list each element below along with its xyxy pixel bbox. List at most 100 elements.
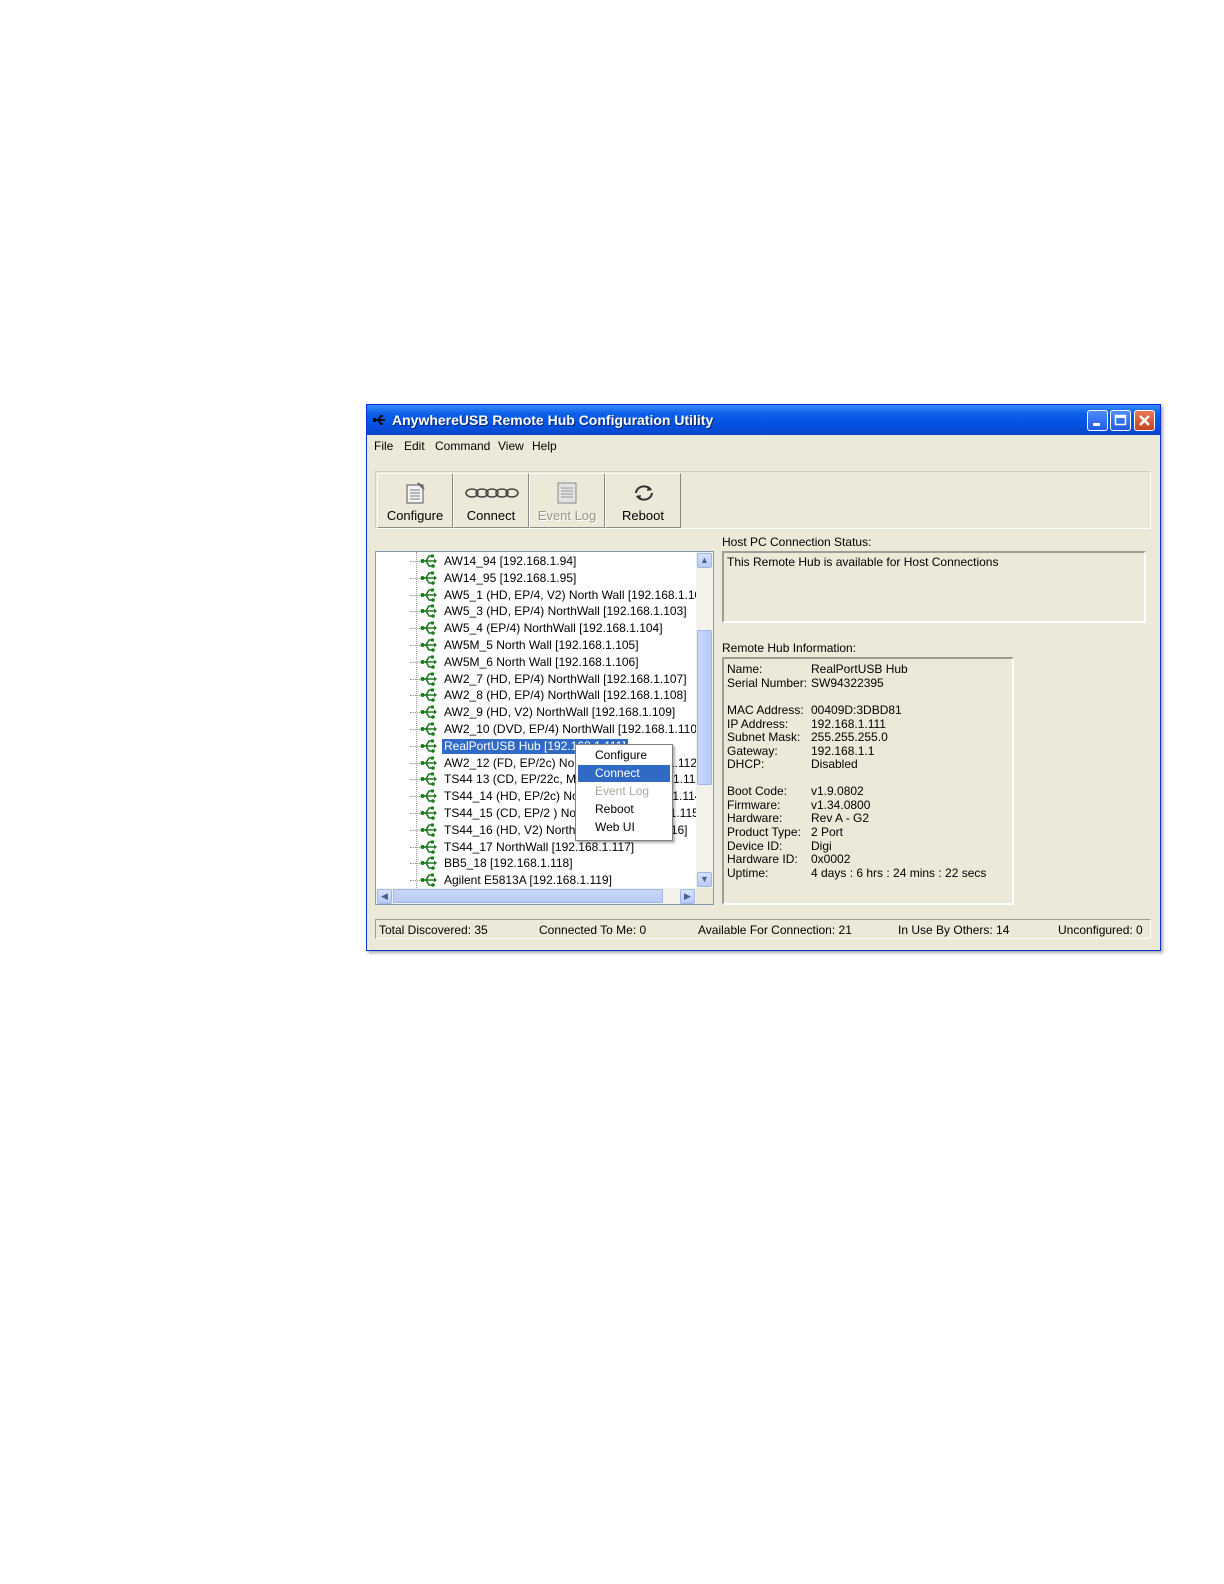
title-bar[interactable]: AnywhereUSB Remote Hub Configuration Uti…: [367, 405, 1160, 435]
tree-connector-line: [416, 552, 417, 888]
hub-info-value: Digi: [811, 839, 832, 853]
tree-item-label: Agilent E5813A [192.168.1.119]: [444, 873, 612, 888]
hub-info-box: Name: RealPortUSB Hub Serial Number: SW9432…: [722, 657, 1014, 905]
hub-info-value: v1.9.0802: [811, 784, 864, 798]
vertical-scroll-thumb[interactable]: [697, 630, 712, 785]
usb-hub-icon: [420, 671, 438, 687]
context-menu-event-log[interactable]: Event Log: [578, 783, 670, 800]
usb-hub-icon: [420, 587, 438, 603]
usb-hub-icon: [420, 839, 438, 855]
tree-item-label: TS44_17 NorthWall [192.168.1.117]: [444, 839, 635, 854]
scroll-right-button[interactable]: ▶: [680, 889, 695, 904]
host-status-label: Host PC Connection Status:: [722, 535, 872, 549]
hub-info-value: Disabled: [811, 757, 858, 771]
hub-info-key: Subnet Mask:: [727, 730, 801, 744]
hub-info-key: Boot Code:: [727, 784, 788, 798]
status-connected-to-me: Connected To Me: 0: [539, 923, 647, 937]
usb-hub-icon: [420, 654, 438, 670]
reboot-button[interactable]: Reboot: [605, 473, 681, 528]
menu-edit[interactable]: Edit: [404, 439, 425, 453]
menu-bar: File Edit Command View Help: [367, 435, 1160, 457]
usb-hub-icon: [420, 721, 438, 737]
tree-item-label: AW14_94 [192.168.1.94]: [444, 554, 577, 568]
menu-command[interactable]: Command: [435, 439, 490, 453]
configure-button[interactable]: Configure: [377, 473, 453, 528]
usb-hub-icon: [420, 620, 438, 636]
hub-info-key: Product Type:: [727, 825, 801, 839]
hub-info-label: Remote Hub Information:: [722, 641, 857, 655]
usb-hub-icon: [420, 637, 438, 653]
maximize-button[interactable]: [1110, 410, 1131, 431]
close-button[interactable]: [1134, 410, 1155, 431]
usb-hub-icon: [420, 855, 438, 871]
usb-app-icon: [373, 415, 385, 425]
event-log-button[interactable]: Event Log: [529, 473, 605, 528]
status-available: Available For Connection: 21: [698, 923, 852, 937]
maximize-icon: [1114, 414, 1127, 426]
horizontal-scrollbar[interactable]: ◀ ▶: [376, 888, 696, 904]
hub-info-value: 192.168.1.111: [811, 717, 886, 731]
hub-info-value: 255.255.255.0: [811, 730, 888, 744]
hub-info-key: IP Address:: [727, 717, 789, 731]
context-menu-web-ui[interactable]: Web UI: [578, 819, 670, 836]
tree-item-label: AW2_8 (HD, EP/4) NorthWall [192.168.1.10…: [444, 688, 687, 703]
context-menu-connect[interactable]: Connect: [578, 765, 670, 782]
status-unconfigured: Unconfigured: 0: [1058, 923, 1143, 937]
hub-info-key: Hardware ID:: [727, 852, 798, 866]
hub-info-value: SW94322395: [811, 676, 884, 690]
usb-hub-icon: [420, 738, 438, 754]
hub-info-key: Serial Number:: [727, 676, 808, 690]
tree-item-label: AW5M_5 North Wall [192.168.1.105]: [444, 638, 639, 652]
host-status-box: This Remote Hub is available for Host Co…: [722, 551, 1146, 623]
usb-hub-icon: [420, 872, 438, 888]
hub-info-value: 2 Port: [811, 825, 844, 839]
connect-chain-icon: [465, 488, 519, 498]
menu-help[interactable]: Help: [532, 439, 557, 453]
tree-item-label: AW14_95 [192.168.1.95]: [444, 570, 577, 585]
reboot-icon: [635, 485, 653, 501]
hub-info-key: Name:: [727, 662, 763, 676]
scroll-corner: [696, 888, 713, 904]
context-menu: Configure Connect Event Log Reboot Web U…: [575, 744, 673, 841]
usb-hub-icon: [420, 771, 438, 787]
menu-file[interactable]: File: [374, 439, 393, 453]
hub-info-key: Firmware:: [727, 798, 781, 812]
connect-label: Connect: [466, 508, 516, 523]
connect-button[interactable]: Connect: [453, 473, 529, 528]
minimize-button[interactable]: [1087, 410, 1108, 431]
usb-hub-icon: [420, 822, 438, 838]
hub-info-key: Hardware:: [727, 811, 783, 825]
menu-view[interactable]: View: [498, 439, 524, 453]
vertical-scrollbar[interactable]: ▲ ▼: [696, 552, 713, 888]
scroll-down-button[interactable]: ▼: [697, 872, 712, 887]
hub-info-value: 0x0002: [811, 852, 851, 866]
configure-icon: [406, 482, 425, 504]
context-menu-reboot[interactable]: Reboot: [578, 801, 670, 818]
close-icon: [1139, 415, 1150, 426]
app-window: AnywhereUSB Remote Hub Configuration Uti…: [366, 404, 1161, 951]
tree-item-label: AW2_9 (HD, V2) NorthWall [192.168.1.109]: [444, 705, 676, 720]
horizontal-scroll-thumb[interactable]: [393, 889, 663, 903]
context-menu-configure[interactable]: Configure: [578, 747, 670, 764]
status-in-use: In Use By Others: 14: [898, 923, 1010, 937]
hub-tree-view[interactable]: AW14_94 [192.168.1.94] AW14_95 [192.168.1…: [375, 551, 714, 905]
hub-info-key: DHCP:: [727, 757, 765, 771]
usb-hub-icon: [420, 603, 438, 619]
event-log-icon: [557, 482, 577, 504]
hub-info-value: 192.168.1.1: [811, 744, 875, 758]
hub-info-value: Rev A - G2: [811, 811, 870, 825]
usb-hub-icon: [420, 570, 438, 586]
status-total-discovered: Total Discovered: 35: [379, 923, 488, 937]
hub-info-key: Device ID:: [727, 839, 783, 853]
scroll-left-button[interactable]: ◀: [377, 889, 392, 904]
hub-info-key: Uptime:: [727, 866, 769, 880]
scroll-up-button[interactable]: ▲: [697, 553, 712, 568]
tree-item-label: AW5_4 (EP/4) NorthWall [192.168.1.104]: [444, 621, 663, 636]
toolbar: Configure Connect Event Log Reboot: [375, 471, 1151, 529]
hub-info-value: v1.34.0800: [811, 798, 871, 812]
usb-hub-icon: [420, 755, 438, 771]
hub-info-key: MAC Address:: [727, 703, 804, 717]
tree-item-label: AW5_1 (HD, EP/4, V2) North Wall [192.168…: [444, 587, 712, 602]
usb-hub-icon: [420, 805, 438, 821]
configure-label: Configure: [386, 508, 444, 523]
